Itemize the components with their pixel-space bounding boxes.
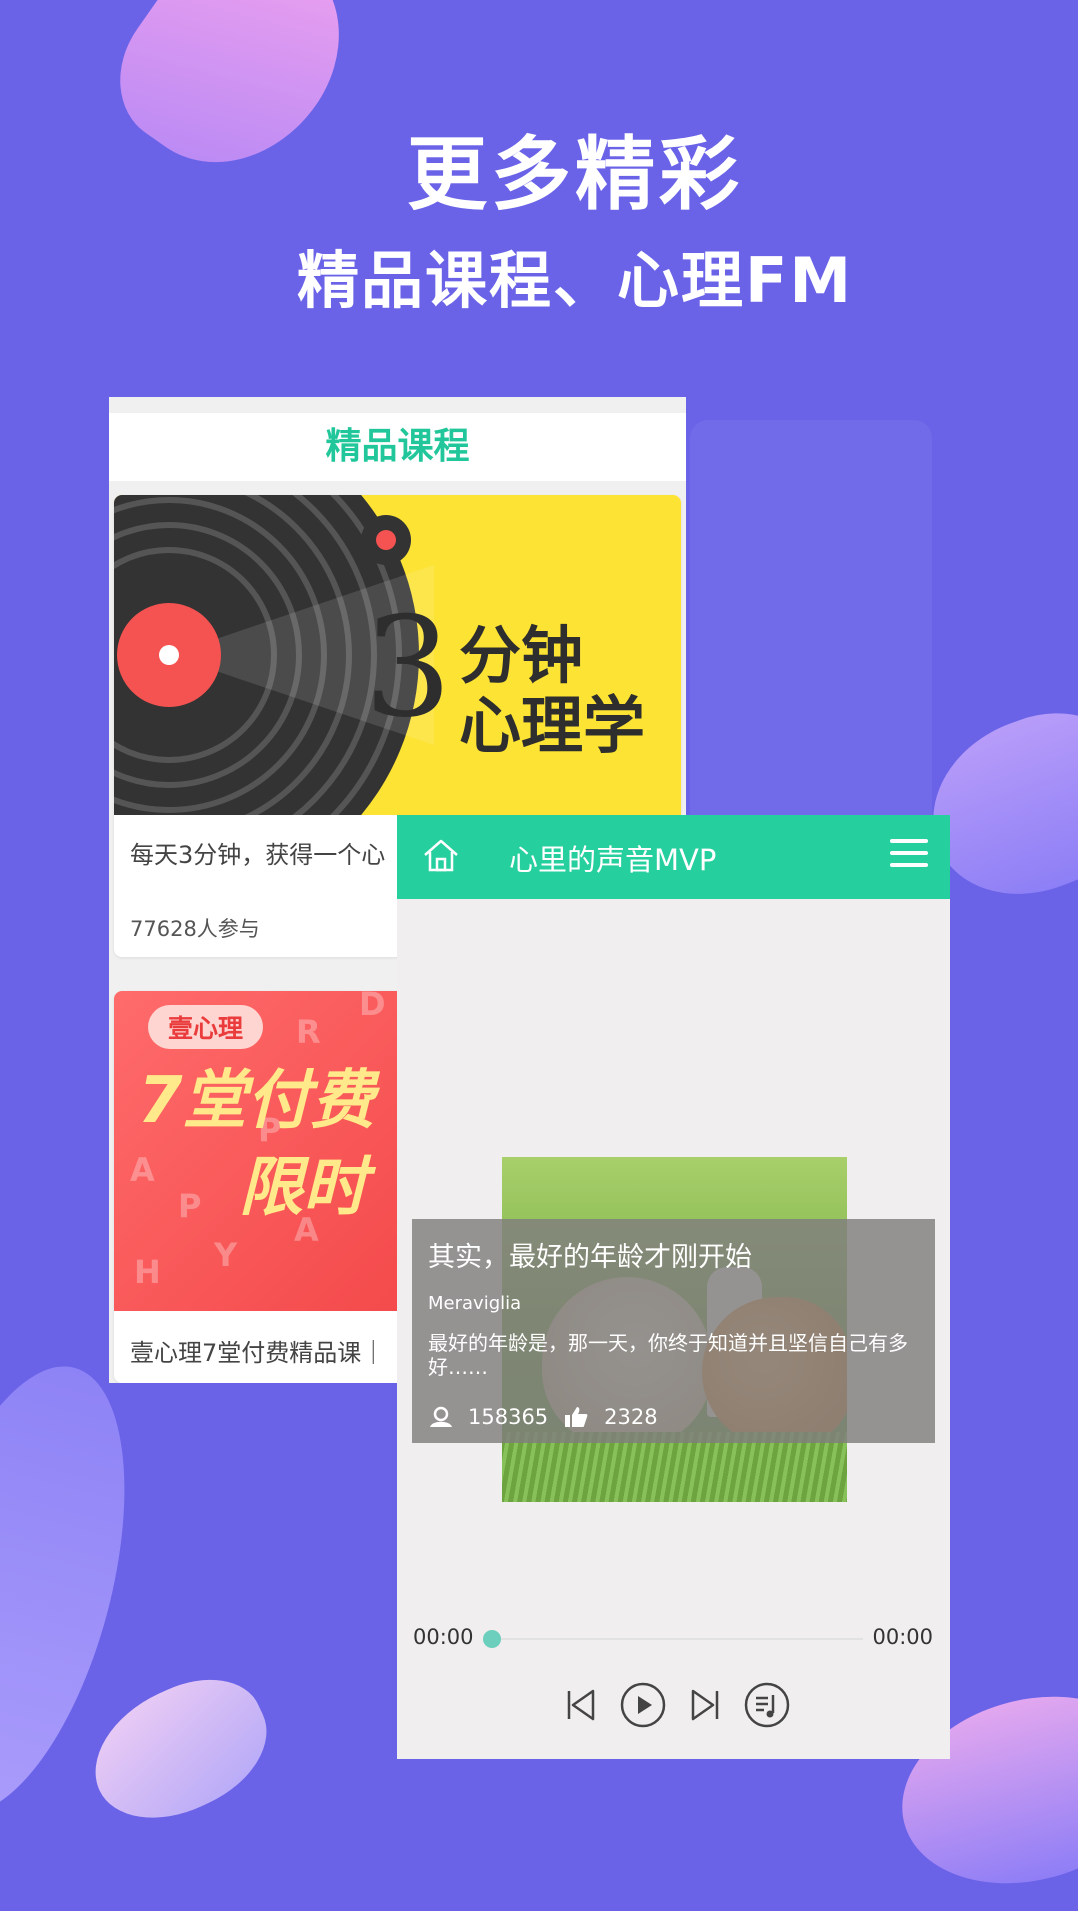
track-author: Meraviglia (428, 1293, 522, 1314)
home-icon[interactable] (421, 835, 461, 875)
track-info-overlay[interactable]: 其实，最好的年龄才刚开始 Meraviglia 最好的年龄是，那一天，你终于知道… (412, 1219, 935, 1443)
fm-player-panel: 心里的声音MVP 其实，最好的年龄才刚开始 Meraviglia 最好的年龄是，… (397, 815, 950, 1759)
track-description: 最好的年龄是，那一天，你终于知道并且坚信自己有多好…… (428, 1331, 908, 1379)
previous-icon[interactable] (557, 1681, 605, 1729)
track-title: 其实，最好的年龄才刚开始 (428, 1242, 752, 1273)
brand-line-2: 心理学 (459, 689, 646, 762)
promo-line-1: 7堂付费 (138, 1064, 375, 1138)
course-list-header: 精品课程 (109, 413, 686, 481)
hero-subtitle: 精品课程、心理FM (296, 244, 854, 317)
decor-letter: D (359, 991, 386, 1023)
thumbs-up-icon[interactable] (564, 1406, 590, 1428)
promo-line-2: 限时 (239, 1151, 367, 1225)
track-stats: 158365 2328 (428, 1405, 658, 1429)
progress-bar[interactable]: 00:00 00:00 (413, 1623, 933, 1653)
brand-tag: 壹心理 (148, 1005, 264, 1049)
course-description: 每天3分钟，获得一个心 (130, 841, 386, 869)
like-count: 2328 (604, 1405, 658, 1429)
participant-count: 77628人参与 (130, 917, 260, 941)
hero-title: 更多精彩 (407, 128, 743, 221)
listener-icon (428, 1406, 454, 1428)
player-title: 心里的声音MVP (509, 843, 717, 877)
decor-blob-bottom-left (73, 1657, 287, 1843)
menu-icon[interactable] (890, 839, 928, 871)
next-icon[interactable] (681, 1681, 729, 1729)
playback-controls (557, 1681, 797, 1731)
progress-knob[interactable] (483, 1630, 501, 1648)
playlist-icon[interactable] (743, 1681, 791, 1729)
listen-count: 158365 (468, 1405, 549, 1429)
brand-number: 3 (364, 587, 452, 748)
decor-letter: R (296, 1013, 321, 1051)
decor-letter: H (134, 1253, 161, 1291)
current-time: 00:00 (413, 1625, 474, 1649)
course-banner-image: 3 分钟 心理学 (114, 495, 681, 815)
decor-letter: Y (214, 1236, 238, 1274)
total-time: 00:00 (872, 1625, 933, 1649)
play-icon[interactable] (619, 1681, 667, 1729)
course-description: 壹心理7堂付费精品课｜ (130, 1339, 386, 1367)
player-topbar: 心里的声音MVP (397, 815, 950, 899)
decor-letter: P (178, 1187, 202, 1225)
progress-track[interactable] (493, 1638, 863, 1640)
decor-letter: A (130, 1151, 155, 1189)
